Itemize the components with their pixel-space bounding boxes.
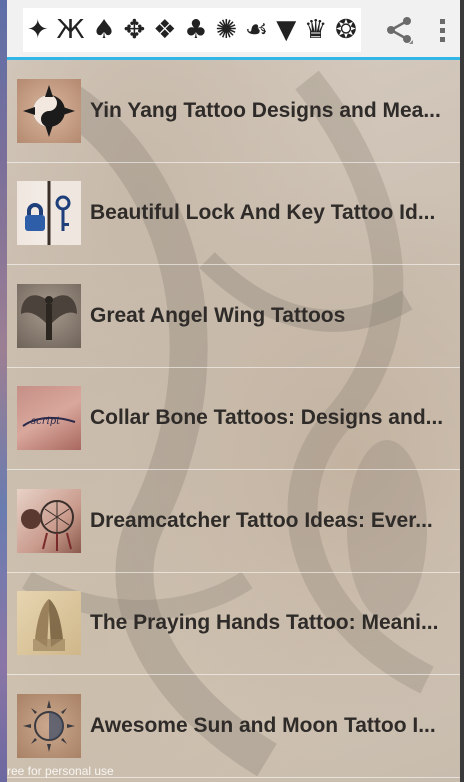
banner-glyph: ♛ [304,15,328,45]
praying-hands-thumbnail [17,591,81,656]
collar-bone-thumbnail: script [17,386,81,451]
banner-glyph: ▼ [276,15,297,45]
banner-glyph: ✥ [123,15,146,45]
angel-wing-thumbnail [17,283,81,348]
svg-text:script: script [31,416,61,427]
footer-watermark: ree for personal use [7,764,114,778]
article-title: Beautiful Lock And Key Tattoo Id... [90,201,436,225]
share-icon [387,17,413,44]
list-item-lock-and-key[interactable]: Beautiful Lock And Key Tattoo Id... [7,163,460,265]
article-title: Dreamcatcher Tattoo Ideas: Ever... [90,508,433,532]
article-title: Awesome Sun and Moon Tattoo I... [90,713,436,737]
article-list: Yin Yang Tattoo Designs and Mea... Beaut… [7,60,460,778]
banner-glyph: ❂ [335,15,357,45]
overflow-menu-button[interactable] [429,12,455,48]
yin-yang-thumbnail [17,78,81,143]
window-edge [460,0,464,782]
desktop-edge [0,0,7,782]
overflow-dot [439,36,445,42]
banner-logo: ✦ Ж ♠ ✥ ❖ ♣ ✺ ☙ ▼ ♛ ❂ [23,8,361,52]
action-bar: ✦ Ж ♠ ✥ ❖ ♣ ✺ ☙ ▼ ♛ ❂ [7,0,460,60]
banner-glyph: ♣ [184,15,208,45]
sun-and-moon-thumbnail [17,693,81,758]
share-button[interactable] [379,12,419,48]
overflow-dot [439,18,445,24]
list-item-sun-and-moon[interactable]: Awesome Sun and Moon Tattoo I... [7,675,460,778]
article-title: Yin Yang Tattoo Designs and Mea... [90,98,441,122]
banner-glyph: ❖ [153,15,177,45]
article-title: Collar Bone Tattoos: Designs and... [90,406,444,430]
overflow-dot [439,27,445,33]
list-item-dreamcatcher[interactable]: Dreamcatcher Tattoo Ideas: Ever... [7,470,460,573]
dreamcatcher-thumbnail [17,488,81,553]
list-item-praying-hands[interactable]: The Praying Hands Tattoo: Meani... [7,573,460,675]
banner-glyph: Ж [56,15,85,45]
list-item-yin-yang[interactable]: Yin Yang Tattoo Designs and Mea... [7,60,460,163]
list-item-angel-wing[interactable]: Great Angel Wing Tattoos [7,265,460,368]
banner-glyph: ♠ [92,15,116,45]
banner-glyph: ☙ [245,15,269,45]
list-item-collar-bone[interactable]: script Collar Bone Tattoos: Designs and.… [7,368,460,470]
app-window: ✦ Ж ♠ ✥ ❖ ♣ ✺ ☙ ▼ ♛ ❂ Yin Yang Tattoo Designs and … [7,0,460,782]
article-title: The Praying Hands Tattoo: Meani... [90,611,439,635]
article-title: Great Angel Wing Tattoos [90,303,346,327]
lock-and-key-thumbnail [17,181,81,246]
banner-glyph: ✺ [215,15,238,45]
banner-glyph: ✦ [26,15,49,45]
